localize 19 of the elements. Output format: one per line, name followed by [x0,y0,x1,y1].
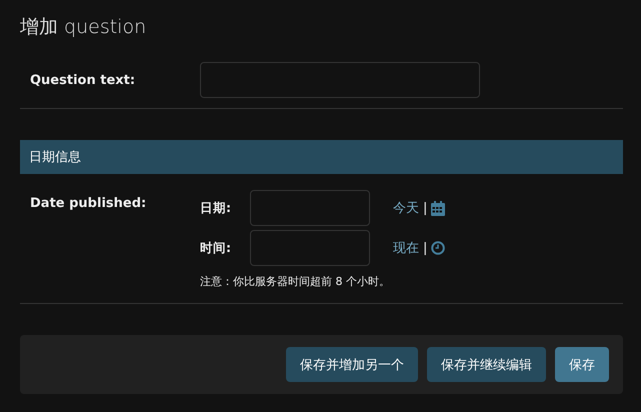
submit-button[interactable]: 保存并继续编辑 [427,347,546,382]
page-title: 增加 question [20,15,146,40]
field-label: 日期: [200,200,232,216]
field-label: 时间: [200,240,232,256]
separator: | [423,240,428,256]
fieldset-header: 日期信息 [20,140,623,174]
field-label: Date published: [30,195,148,213]
calendar-icon[interactable] [431,200,446,216]
clock-icon[interactable] [431,241,446,255]
shortcut-link[interactable]: 现在 [393,239,419,257]
help-text: 注意：你比服务器时间超前 8 个小时。 [200,274,390,289]
separator: | [423,200,428,216]
time-field[interactable] [250,230,370,266]
field-label: Question text: [30,72,136,88]
date-field[interactable] [250,190,370,226]
input-field[interactable] [200,62,480,98]
shortcut-link[interactable]: 今天 [393,199,419,217]
save-button[interactable]: 保存 [555,347,609,382]
submit-button[interactable]: 保存并增加另一个 [286,347,418,382]
